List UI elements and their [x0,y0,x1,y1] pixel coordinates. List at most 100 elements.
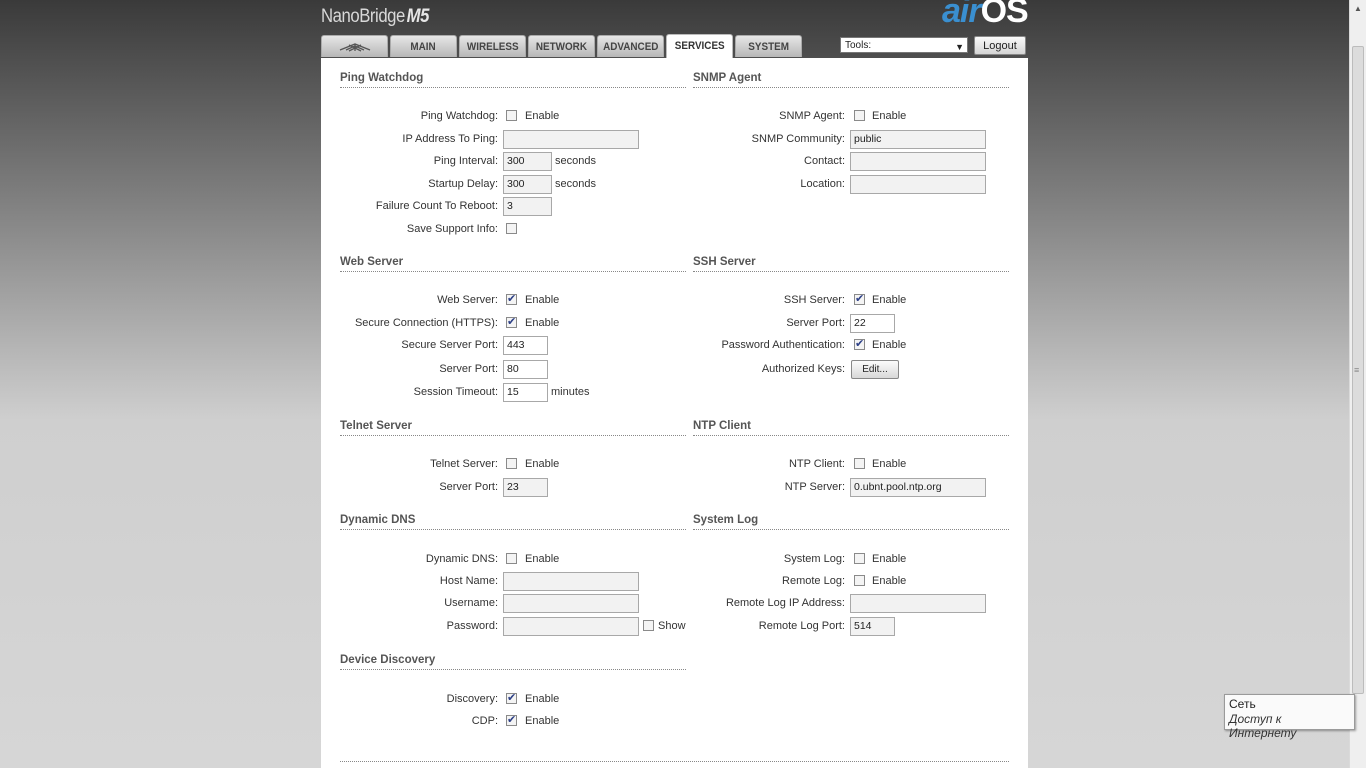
telnet-port-input[interactable]: 23 [503,478,548,497]
web-port-input[interactable]: 80 [503,360,548,379]
airos-logo: airOS [942,0,1029,31]
discovery-enable-text: Enable [525,693,560,705]
ntp-client-enable-text: Enable [872,458,907,470]
snmp-title: SNMP Agent [693,72,1009,88]
airos-logo-air: air [942,0,982,30]
telnet-port-label: Server Port: [439,481,498,493]
ip-to-ping-label: IP Address To Ping: [402,133,498,145]
host-name-input[interactable] [503,572,639,591]
cdp-checkbox[interactable] [506,713,517,726]
web-server-checkbox[interactable] [506,292,517,305]
web-server-label: Web Server: [437,294,498,306]
brand-logo: NanoBridgeM5 [321,6,429,28]
tab-system[interactable]: SYSTEM [735,35,802,57]
scrollbar-thumb[interactable]: ≡ [1352,46,1364,694]
password-auth-label: Password Authentication: [721,339,845,351]
authorized-keys-edit-button[interactable]: Edit... [851,360,899,379]
discovery-checkbox[interactable] [506,691,517,704]
remote-log-port-input[interactable]: 514 [850,617,895,636]
ping-interval-input[interactable]: 300 [503,152,552,171]
host-name-label: Host Name: [439,575,498,587]
snmp-contact-input[interactable] [850,152,986,171]
snmp-agent-enable-text: Enable [872,110,907,122]
ddns-username-input[interactable] [503,594,639,613]
secure-port-label: Secure Server Port: [401,339,498,351]
startup-delay-label: Startup Delay: [428,178,498,190]
tools-select-value: Tools: [845,40,872,51]
tools-select[interactable]: Tools: ▼ [840,37,968,53]
remote-log-checkbox[interactable] [854,575,865,586]
ping-watchdog-enable-text: Enable [525,110,560,122]
ddns-password-input[interactable] [503,617,639,636]
authorized-keys-label: Authorized Keys: [761,363,845,375]
tab-network[interactable]: NETWORK [528,35,595,57]
dynamic-dns-label: Dynamic DNS: [425,553,498,565]
telnet-server-label: Telnet Server: [430,458,498,470]
snmp-agent-label: SNMP Agent: [779,110,845,122]
form-footer-divider [340,761,1009,762]
password-auth-checkbox[interactable] [854,337,865,350]
web-port-label: Server Port: [439,363,498,375]
ntp-client-checkbox[interactable] [854,458,865,469]
ping-watchdog-label: Ping Watchdog: [420,110,498,122]
system-log-enable-text: Enable [872,553,907,565]
ubiquiti-logo-icon [339,43,370,52]
remote-log-enable-text: Enable [872,575,907,587]
tab-wireless[interactable]: WIRELESS [459,35,526,57]
snmp-location-label: Location: [800,178,845,190]
dynamic-dns-checkbox[interactable] [506,553,517,564]
dynamic-dns-title: Dynamic DNS [340,514,686,530]
https-checkbox[interactable] [506,315,517,328]
logout-button[interactable]: Logout [974,36,1026,55]
system-log-title: System Log [693,514,1009,530]
grip-icon: ≡ [1354,365,1360,375]
tab-home-logo[interactable] [321,35,388,57]
chevron-down-icon: ▼ [955,42,964,52]
discovery-label: Discovery: [446,693,498,705]
ntp-client-label: NTP Client: [788,458,845,470]
session-timeout-input[interactable]: 15 [503,383,548,402]
ping-interval-unit: seconds [555,155,596,167]
ssh-port-label: Server Port: [786,317,845,329]
remote-log-ip-label: Remote Log IP Address: [725,597,845,609]
web-server-title: Web Server [340,256,686,272]
remote-log-label: Remote Log: [782,575,845,587]
save-support-label: Save Support Info: [406,223,498,235]
vertical-scrollbar[interactable]: ▲ ≡ [1349,0,1366,768]
ssh-port-input[interactable]: 22 [850,314,895,333]
https-enable-text: Enable [525,317,560,329]
cdp-enable-text: Enable [525,715,560,727]
ping-watchdog-checkbox[interactable] [506,110,517,121]
snmp-agent-checkbox[interactable] [854,110,865,121]
ssh-server-checkbox[interactable] [854,292,865,305]
secure-port-input[interactable]: 443 [503,336,548,355]
telnet-title: Telnet Server [340,420,686,436]
session-timeout-label: Session Timeout: [413,386,498,398]
startup-delay-input[interactable]: 300 [503,175,552,194]
ssh-server-title: SSH Server [693,256,1009,272]
ssh-server-enable-text: Enable [872,294,907,306]
system-log-checkbox[interactable] [854,553,865,564]
web-server-enable-text: Enable [525,294,560,306]
telnet-server-checkbox[interactable] [506,458,517,469]
save-support-checkbox[interactable] [506,223,517,234]
remote-log-ip-input[interactable] [850,594,986,613]
https-label: Secure Connection (HTTPS): [354,317,498,329]
snmp-community-input[interactable]: public [850,130,986,149]
tab-advanced[interactable]: ADVANCED [597,35,664,57]
ntp-client-title: NTP Client [693,420,1009,436]
ip-to-ping-input[interactable] [503,130,639,149]
tab-main[interactable]: MAIN [390,35,457,57]
ddns-password-label: Password: [446,620,498,632]
tab-services[interactable]: SERVICES [666,34,733,58]
ping-watchdog-title: Ping Watchdog [340,72,686,88]
snmp-location-input[interactable] [850,175,986,194]
snmp-contact-label: Contact: [804,155,845,167]
remote-log-port-label: Remote Log Port: [758,620,845,632]
ddns-username-label: Username: [444,597,498,609]
ntp-server-input[interactable]: 0.ubnt.pool.ntp.org [850,478,986,497]
telnet-server-enable-text: Enable [525,458,560,470]
cdp-label: CDP: [471,715,498,727]
scroll-up-icon[interactable]: ▲ [1354,4,1362,13]
failure-count-input[interactable]: 3 [503,197,552,216]
